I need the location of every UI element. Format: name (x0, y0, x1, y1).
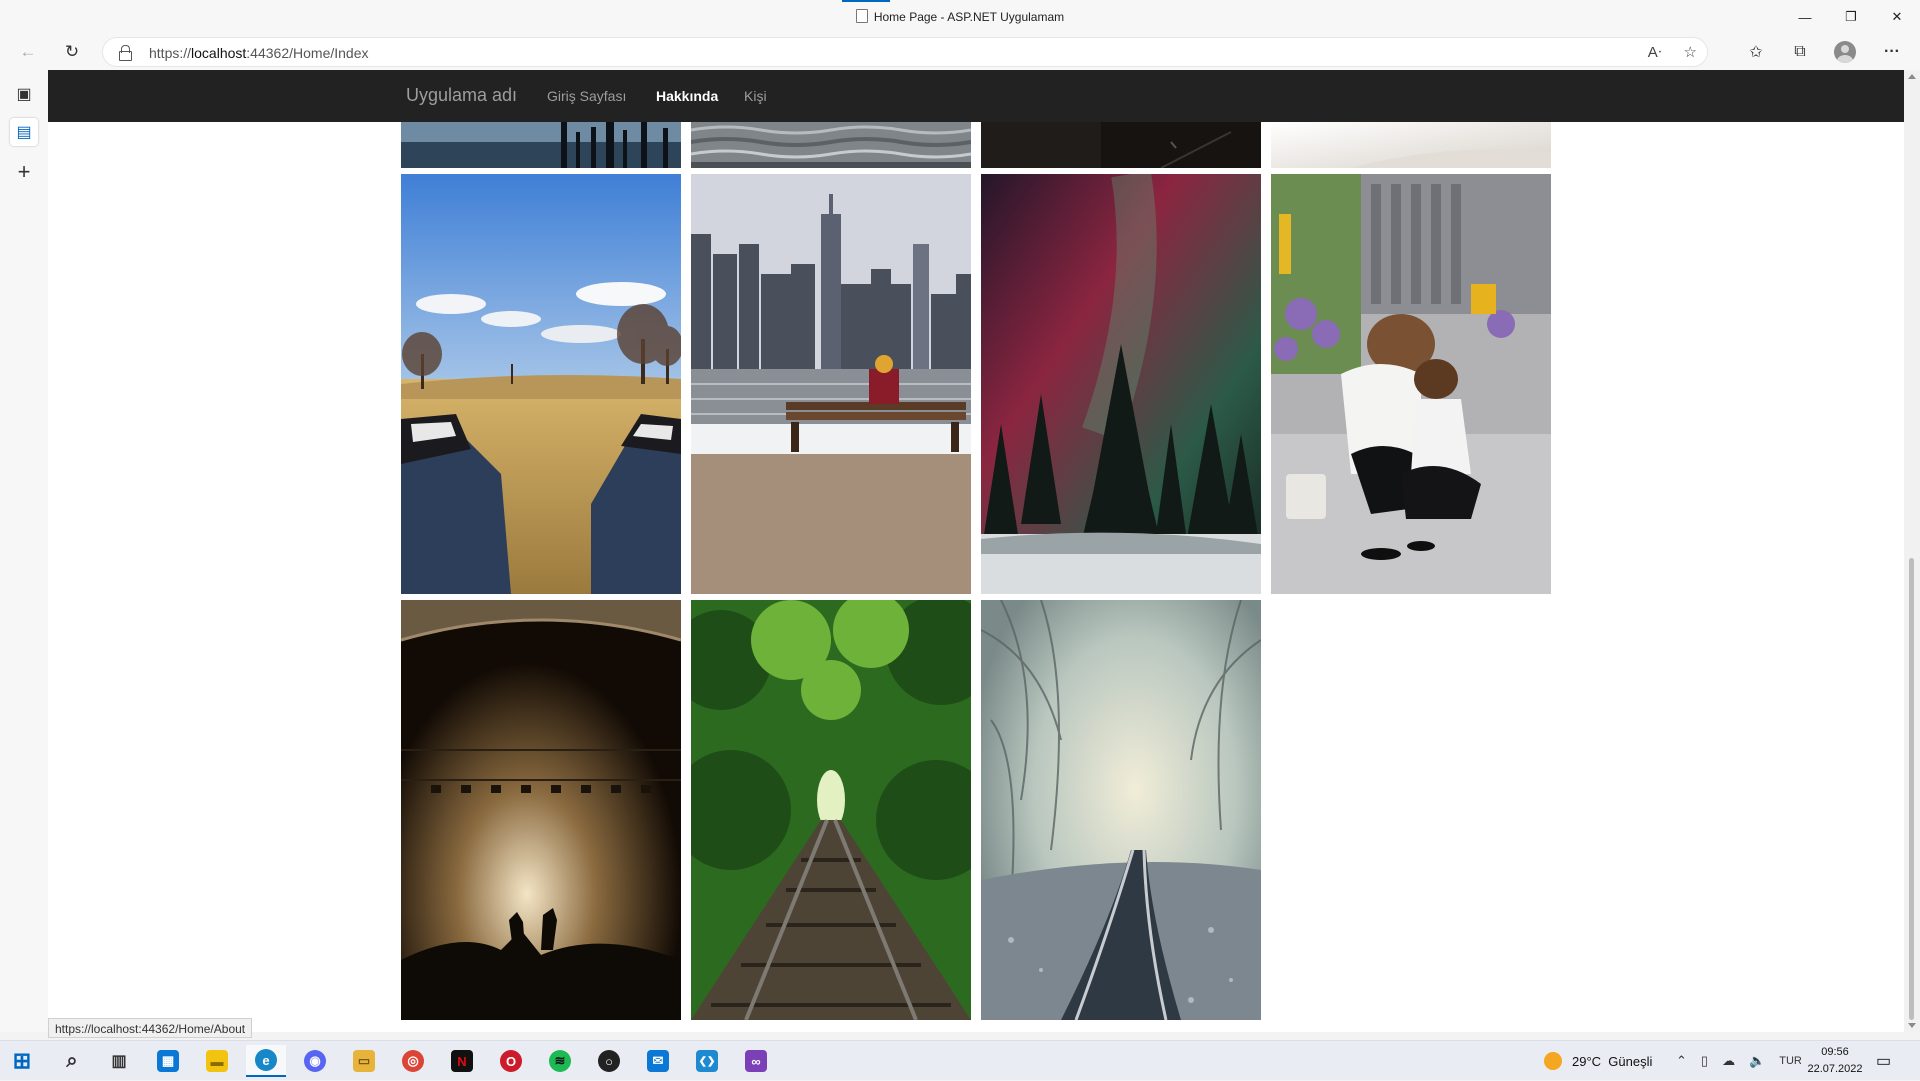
opera-icon[interactable]: O (491, 1045, 531, 1077)
favorites-icon[interactable]: ✩ (1742, 38, 1770, 66)
vertical-tabs-strip: ▣ ▤ + (0, 70, 48, 1032)
mail-icon[interactable]: ✉ (638, 1045, 678, 1077)
weather-text: 29°C Güneşli (1572, 1053, 1653, 1069)
window-title-text: Home Page - ASP.NET Uygulamam (873, 10, 1065, 24)
netflix-icon[interactable]: N (442, 1045, 482, 1077)
scroll-down-arrow[interactable] (1908, 1023, 1916, 1028)
scroll-up-arrow[interactable] (1908, 74, 1916, 79)
status-url-tooltip: https://localhost:44362/Home/About (48, 1018, 253, 1038)
sun-icon (1544, 1052, 1562, 1070)
edge-icon[interactable]: e (246, 1045, 286, 1077)
add-favorite-icon[interactable]: ☆ (1684, 43, 1697, 61)
nav-link-contact[interactable]: Kişi (744, 88, 767, 104)
vscode-icon[interactable]: ❮❯ (687, 1045, 727, 1077)
clock[interactable]: 09:56 22.07.2022 (1800, 1044, 1870, 1078)
site-navbar: Uygulama adı Giriş Sayfası Hakkında Kişi (48, 70, 1904, 122)
start-icon[interactable]: ⊞ (2, 1045, 42, 1077)
photo-city-bench (691, 174, 971, 594)
spotify-icon[interactable]: ≋ (540, 1045, 580, 1077)
taskbar: ⊞ ⌕ ▥ ▦ ▬ e ◉ ▭ ◎ N O ≋ ○ ✉ ❮❯ ∞ 29°C Gü… (0, 1040, 1920, 1080)
clock-date: 22.07.2022 (1807, 1063, 1863, 1075)
language-indicator[interactable]: TUR (1779, 1055, 1802, 1067)
page-icon (855, 9, 868, 23)
page-viewport: Uygulama adı Giriş Sayfası Hakkında Kişi (48, 70, 1904, 1032)
search-icon[interactable]: ⌕ (52, 1045, 92, 1077)
photo-mother-daughter (1271, 174, 1551, 594)
photo-sneakers-field (401, 174, 681, 594)
profile-icon[interactable] (1834, 41, 1856, 63)
task-view-icon[interactable]: ▥ (99, 1045, 139, 1077)
address-bar[interactable]: https://localhost:44362/Home/Index Aᐧ ☆ (102, 37, 1708, 67)
weather-widget[interactable]: 29°C Güneşli (1544, 1041, 1652, 1081)
browser-toolbar: ← ↻ https://localhost:44362/Home/Index A… (0, 34, 1920, 70)
photo-water-waves (691, 122, 971, 168)
browser-window: Home Page - ASP.NET Uygulamam — ❐ ✕ ← ↻ … (0, 0, 1920, 1038)
photo-dark-interior (981, 122, 1261, 168)
more-icon[interactable]: ··· (1878, 38, 1906, 66)
read-aloud-icon[interactable]: Aᐧ (1648, 43, 1662, 61)
photo-bright-white (1271, 122, 1551, 168)
title-bar: Home Page - ASP.NET Uygulamam — ❐ ✕ (0, 0, 1920, 34)
minimize-button[interactable]: — (1782, 0, 1828, 34)
tray-overflow-icon[interactable]: ⌃ (1676, 1053, 1687, 1069)
scrollbar-thumb[interactable] (1909, 558, 1914, 1020)
photo-concert-crowd (401, 600, 681, 1020)
photo-aurora-trees (981, 174, 1261, 594)
new-tab-icon[interactable]: + (10, 158, 38, 186)
back-button[interactable]: ← (14, 38, 42, 66)
volume-icon[interactable]: 🔈 (1749, 1053, 1765, 1069)
notifications-icon[interactable]: ▭ (1876, 1041, 1891, 1081)
address-url[interactable]: https://localhost:44362/Home/Index (149, 45, 369, 61)
nav-link-about[interactable]: Hakkında (656, 88, 718, 104)
photo-lake-reflection (401, 122, 681, 168)
chrome-icon[interactable]: ◎ (393, 1045, 433, 1077)
onedrive-icon[interactable]: ☁ (1722, 1053, 1735, 1069)
title-accent (842, 0, 890, 2)
window-title: Home Page - ASP.NET Uygulamam (0, 9, 1920, 24)
app-circle-icon[interactable]: ○ (589, 1045, 629, 1077)
device-icon[interactable]: ▯ (1701, 1053, 1708, 1069)
lock-icon[interactable] (119, 45, 132, 61)
system-tray: ⌃ ▯ ☁ 🔈 TUR (1676, 1041, 1802, 1081)
close-button[interactable]: ✕ (1874, 0, 1920, 34)
nav-link-home[interactable]: Giriş Sayfası (547, 88, 626, 104)
refresh-button[interactable]: ↻ (58, 38, 86, 66)
photo-forest-railway (691, 600, 971, 1020)
photo-foggy-railway (981, 600, 1261, 1020)
maximize-button[interactable]: ❐ (1828, 0, 1874, 34)
collections-icon[interactable]: ⧉ (1786, 38, 1814, 66)
discord-icon[interactable]: ◉ (295, 1045, 335, 1077)
file-explorer-icon[interactable]: ▭ (344, 1045, 384, 1077)
store-icon[interactable]: ▦ (148, 1045, 188, 1077)
sticky-notes-icon[interactable]: ▬ (197, 1045, 237, 1077)
clock-time: 09:56 (1821, 1046, 1849, 1058)
vertical-scrollbar[interactable] (1904, 70, 1920, 1032)
page-tab-icon[interactable]: ▤ (10, 118, 38, 146)
tab-actions-icon[interactable]: ▣ (10, 80, 38, 108)
visual-studio-icon[interactable]: ∞ (736, 1045, 776, 1077)
site-brand-link[interactable]: Uygulama adı (406, 85, 517, 106)
